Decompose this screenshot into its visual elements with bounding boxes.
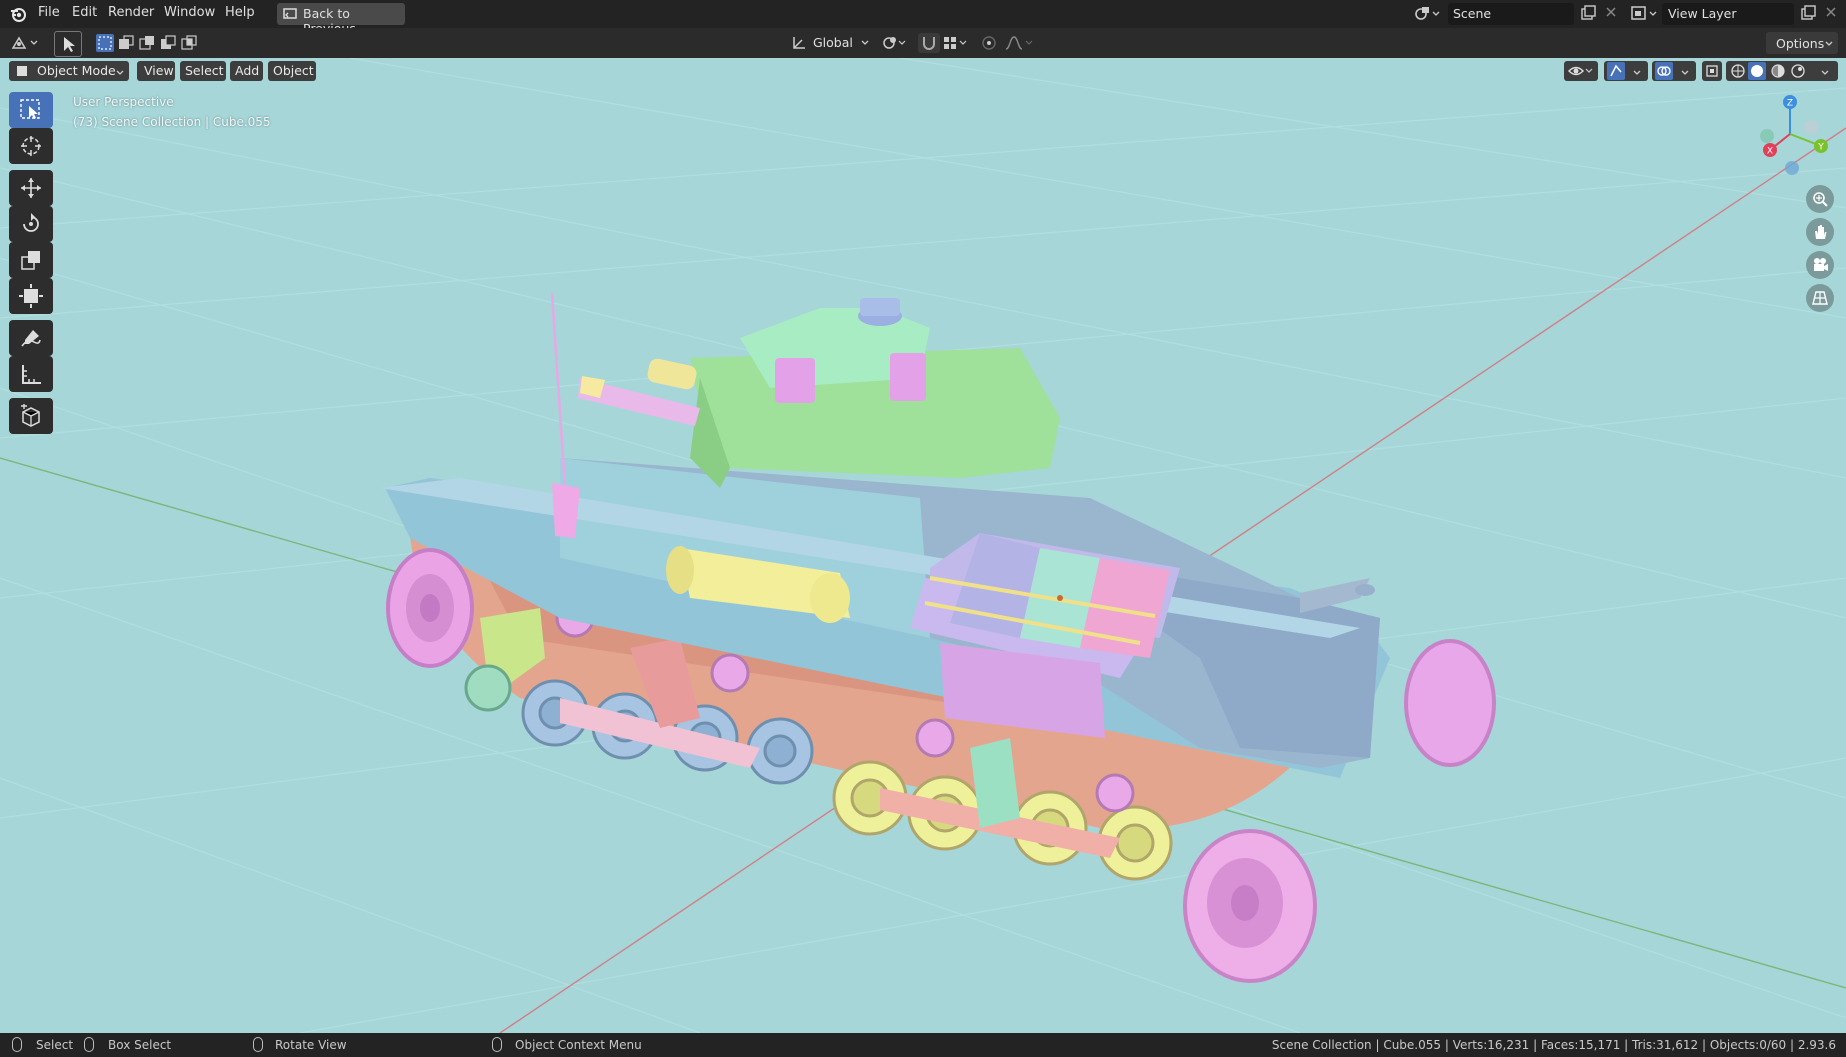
mode-dropdown[interactable]: Object Mode xyxy=(9,61,129,81)
editor-type-icon[interactable] xyxy=(10,34,42,56)
tool-settings-bar: Global Options xyxy=(0,28,1846,58)
eye-icon xyxy=(1568,64,1594,81)
overlays-icon xyxy=(1655,62,1673,80)
tool-cursor[interactable] xyxy=(9,128,53,164)
menu-object[interactable]: Object xyxy=(268,61,316,81)
menu-view[interactable]: View xyxy=(137,61,175,81)
menu-add[interactable]: Add xyxy=(230,61,263,81)
viewport-perspective-label: User Perspective xyxy=(73,95,174,109)
rendered-shading-icon[interactable] xyxy=(1790,63,1806,82)
blender-logo-icon[interactable] xyxy=(9,5,27,27)
select-mode-extend-icon[interactable] xyxy=(117,34,135,56)
status-box-select: Box Select xyxy=(108,1038,172,1052)
tool-add-cube[interactable] xyxy=(9,398,53,434)
gizmo-y-label: Y xyxy=(1817,143,1824,153)
screen-icon xyxy=(283,7,297,25)
zoom-view-button[interactable] xyxy=(1806,185,1834,213)
select-mode-new-icon[interactable] xyxy=(96,34,114,52)
tank-model[interactable] xyxy=(0,58,1846,1033)
top-menu-bar: File Edit Render Window Help Back to Pre… xyxy=(0,0,1846,36)
delete-view-layer-icon[interactable] xyxy=(1824,5,1838,23)
chevron-down-icon[interactable] xyxy=(1820,66,1830,81)
3d-viewport[interactable]: Object Mode View Select Add Object User … xyxy=(0,58,1846,1033)
scene-selector-icon[interactable] xyxy=(1414,4,1442,26)
scene-name-field[interactable]: Scene xyxy=(1448,3,1574,25)
gizmo-z-label: Z xyxy=(1787,99,1793,109)
view-layer-name: View Layer xyxy=(1668,6,1737,21)
xray-icon xyxy=(1705,64,1719,81)
status-scene-stats: Scene Collection | Cube.055 | Verts:16,2… xyxy=(1271,1038,1836,1052)
mode-label: Object Mode xyxy=(37,63,116,78)
status-rotate-view: Rotate View xyxy=(275,1038,347,1052)
snap-toggle-icon[interactable] xyxy=(918,33,940,53)
gizmo-toggle[interactable] xyxy=(1604,61,1648,81)
proportional-edit-icon[interactable] xyxy=(980,34,998,56)
menu-view-label: View xyxy=(144,63,174,78)
tool-transform[interactable] xyxy=(9,278,53,314)
menu-select-label: Select xyxy=(185,63,224,78)
menu-window[interactable]: Window xyxy=(164,5,215,20)
scene-name: Scene xyxy=(1453,6,1492,21)
status-bar: Select Box Select Rotate View Object Con… xyxy=(0,1033,1846,1057)
pan-view-button[interactable] xyxy=(1806,218,1834,246)
gizmo-x-label: X xyxy=(1767,147,1773,157)
menu-edit[interactable]: Edit xyxy=(72,5,97,20)
mouse-middle-icon xyxy=(253,1037,263,1052)
view-layer-icon[interactable] xyxy=(1630,4,1660,26)
mouse-left-icon xyxy=(12,1037,22,1052)
select-mode-intersect-icon[interactable] xyxy=(180,34,198,56)
mouse-right-icon xyxy=(492,1037,502,1052)
solid-shading-icon[interactable] xyxy=(1748,62,1766,80)
delete-scene-icon[interactable] xyxy=(1604,5,1618,23)
mouse-drag-icon xyxy=(84,1037,94,1052)
menu-add-label: Add xyxy=(235,63,260,78)
pivot-point-icon[interactable] xyxy=(882,34,908,56)
xray-toggle[interactable] xyxy=(1702,61,1722,81)
select-tool-icon[interactable] xyxy=(54,31,82,57)
transform-orientation-icon xyxy=(790,34,808,56)
select-mode-subtract-icon[interactable] xyxy=(138,34,156,56)
select-mode-difference-icon[interactable] xyxy=(159,34,177,56)
camera-view-button[interactable] xyxy=(1806,251,1834,279)
material-shading-icon[interactable] xyxy=(1770,63,1786,82)
menu-help[interactable]: Help xyxy=(225,5,255,20)
status-context-menu: Object Context Menu xyxy=(515,1038,642,1052)
new-scene-icon[interactable] xyxy=(1580,5,1596,25)
tool-scale[interactable] xyxy=(9,242,53,278)
falloff-icon[interactable] xyxy=(1004,34,1036,56)
snap-target-icon[interactable] xyxy=(942,34,970,56)
menu-object-label: Object xyxy=(273,63,314,78)
chevron-down-icon xyxy=(860,37,870,52)
chevron-down-icon xyxy=(1680,66,1690,81)
tool-rotate[interactable] xyxy=(9,206,53,242)
tool-annotate[interactable] xyxy=(9,320,53,356)
back-to-previous-button[interactable]: Back to Previous xyxy=(277,3,405,36)
view-layer-field[interactable]: View Layer xyxy=(1662,3,1794,25)
new-view-layer-icon[interactable] xyxy=(1800,5,1816,25)
options-label: Options xyxy=(1776,36,1825,51)
object-mode-icon xyxy=(15,64,29,81)
viewport-collection-label: (73) Scene Collection | Cube.055 xyxy=(73,115,271,129)
menu-file[interactable]: File xyxy=(38,5,60,20)
chevron-down-icon xyxy=(1824,38,1834,53)
options-dropdown[interactable]: Options xyxy=(1766,32,1838,54)
shading-mode-group xyxy=(1726,61,1838,81)
transform-orientation-dropdown[interactable]: Global xyxy=(813,35,853,50)
tool-move[interactable] xyxy=(9,170,53,206)
wireframe-shading-icon[interactable] xyxy=(1730,63,1746,82)
navigation-gizmo[interactable]: Z Y X xyxy=(1745,94,1835,184)
gizmo-icon xyxy=(1607,62,1625,80)
menu-render[interactable]: Render xyxy=(108,5,154,20)
chevron-down-icon xyxy=(1632,66,1642,81)
visibility-dropdown[interactable] xyxy=(1564,61,1598,81)
chevron-down-icon xyxy=(115,66,125,81)
status-select: Select xyxy=(36,1038,74,1052)
tool-measure[interactable] xyxy=(9,356,53,392)
ortho-toggle-button[interactable] xyxy=(1806,284,1834,312)
menu-select[interactable]: Select xyxy=(180,61,226,81)
overlays-toggle[interactable] xyxy=(1652,61,1696,81)
tool-select-box[interactable] xyxy=(9,92,53,128)
